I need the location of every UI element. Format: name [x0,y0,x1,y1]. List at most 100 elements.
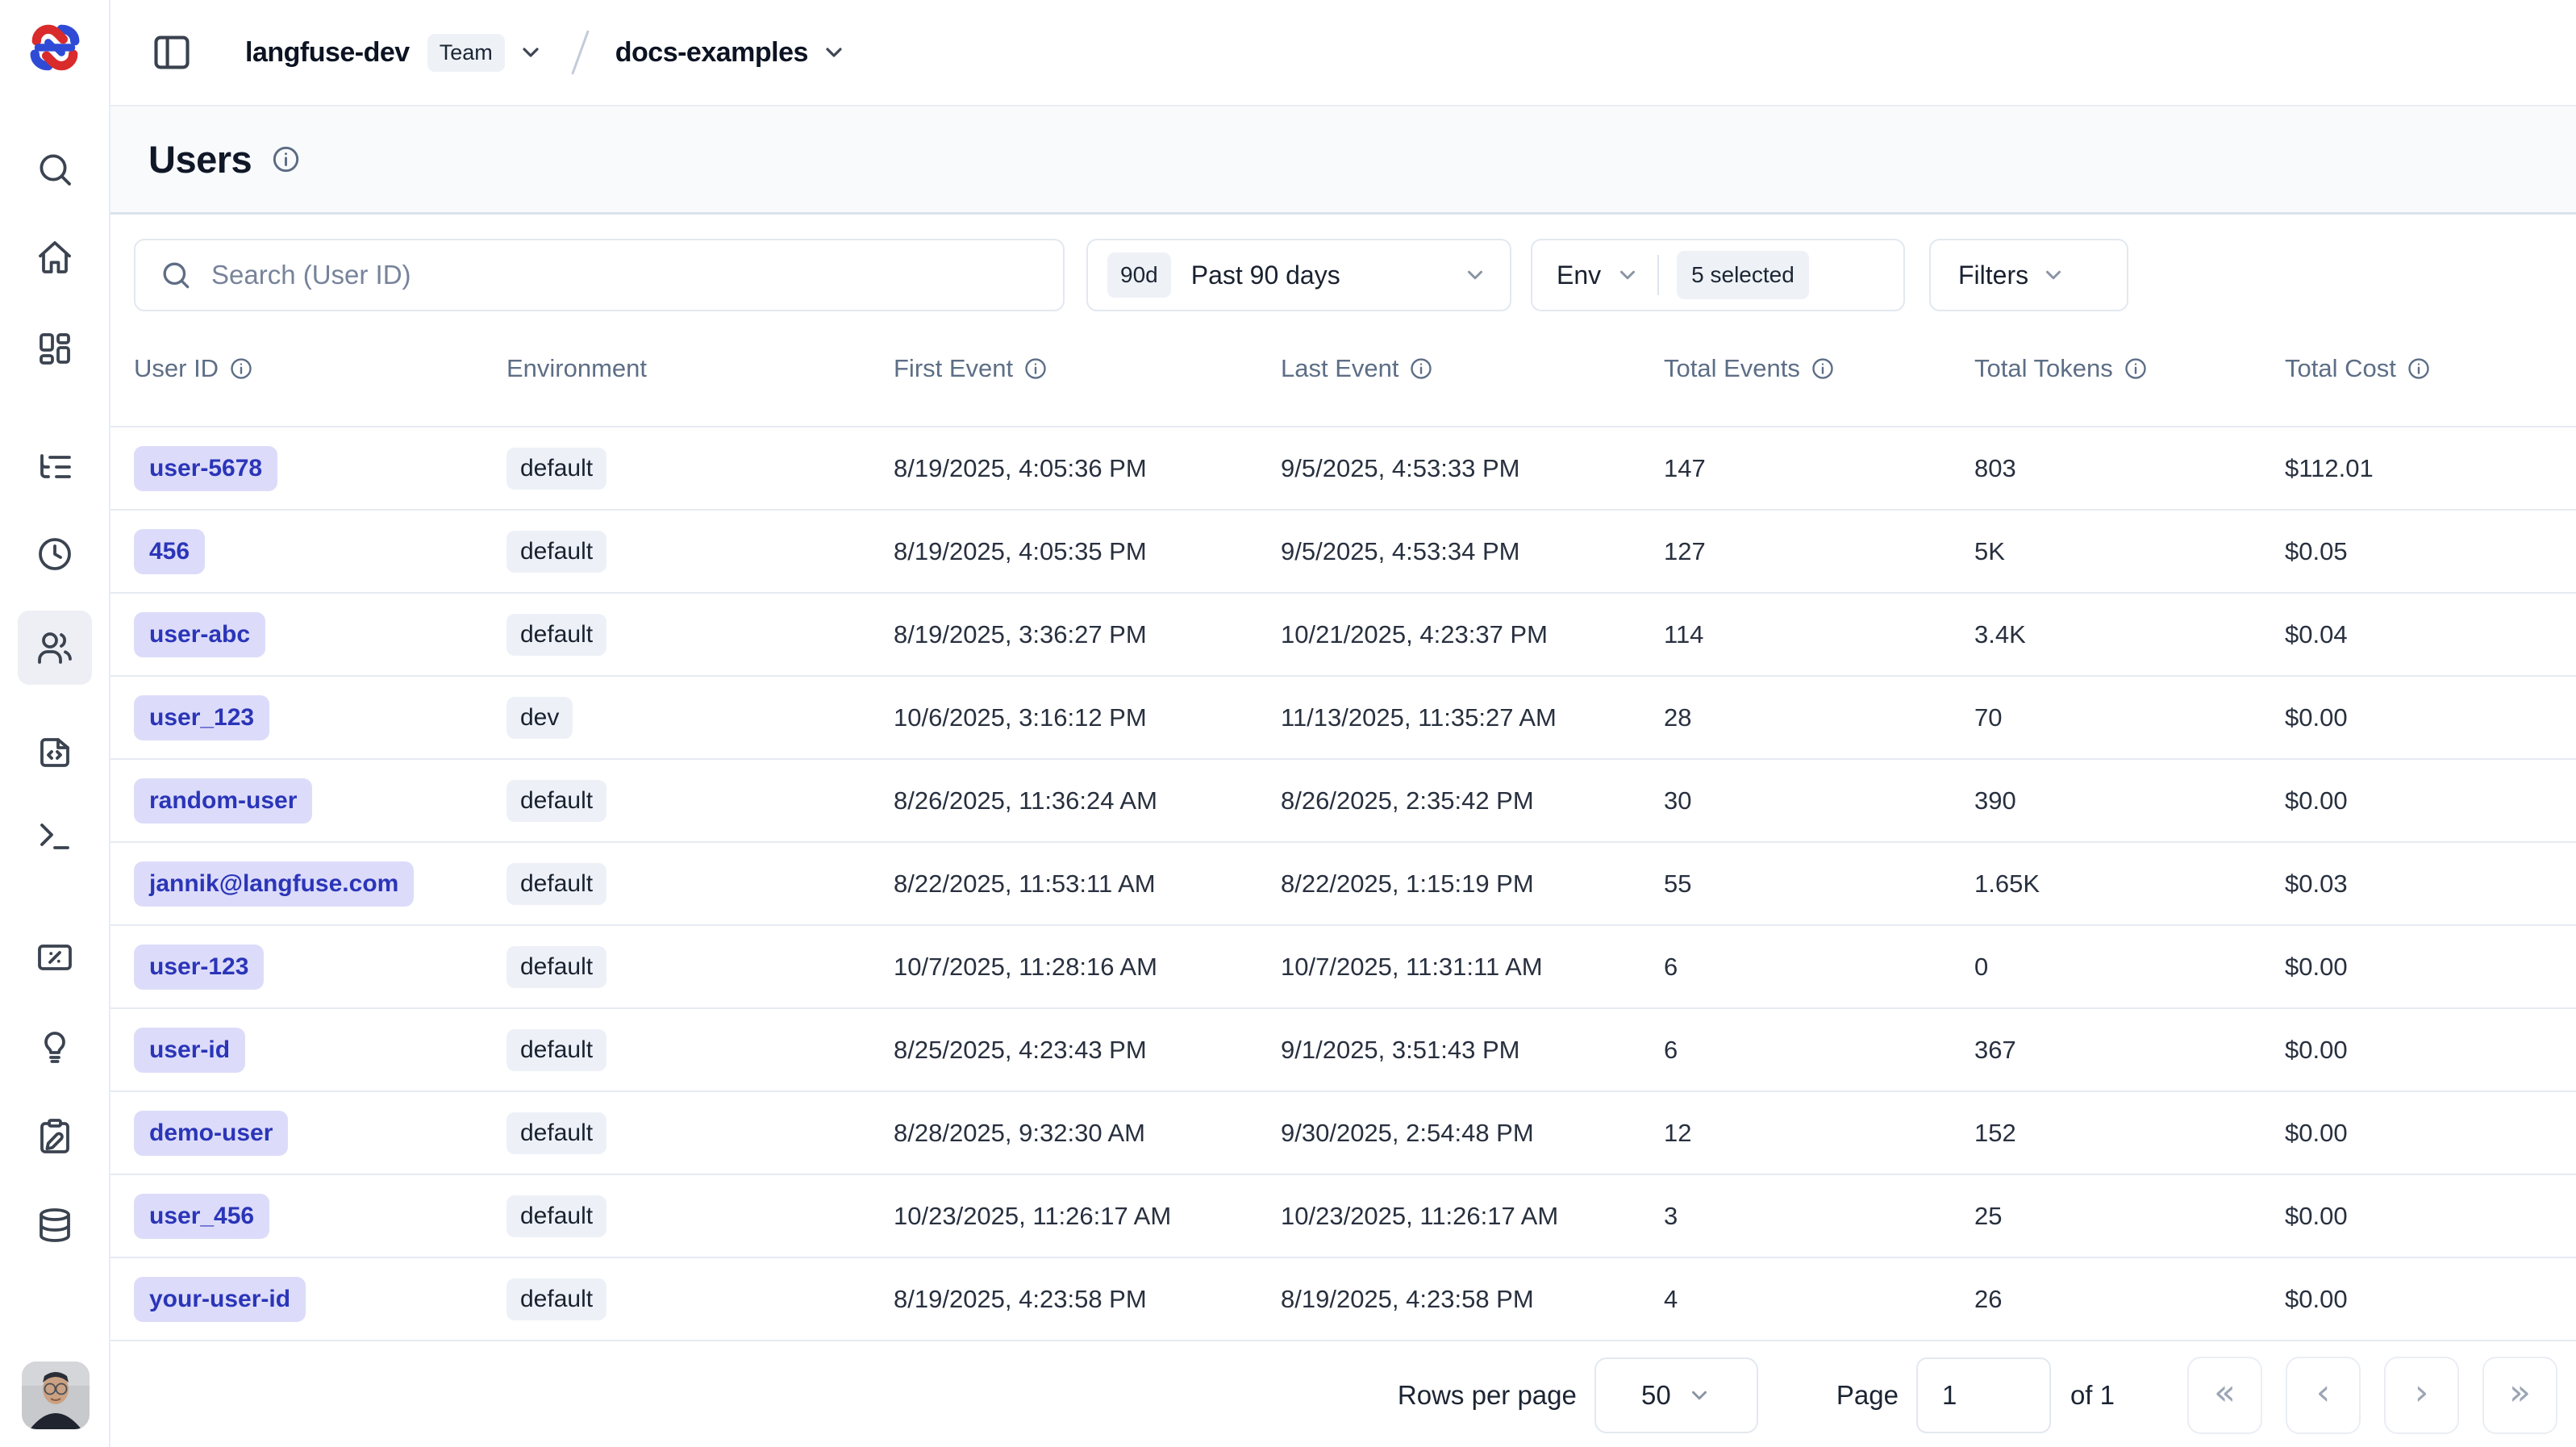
first-event-cell: 10/7/2025, 11:28:16 AM [894,953,1281,982]
environment-badge: default [506,448,606,490]
user-id-badge[interactable]: 456 [134,529,205,574]
sidebar-item-evaluators-lightbulb[interactable] [18,1008,92,1082]
user-id-badge[interactable]: demo-user [134,1111,288,1156]
column-header-first-event[interactable]: First Event [894,354,1281,383]
sidebar-item-datasets-database[interactable] [18,1188,92,1262]
first-event-cell: 8/19/2025, 4:05:36 PM [894,454,1281,483]
total-tokens-cell: 367 [1974,1036,2285,1065]
sidebar-item-sessions-clock[interactable] [18,517,92,591]
org-selector[interactable]: langfuse-dev Team [245,34,544,72]
date-range-label: Past 90 days [1191,261,1340,290]
first-page-button[interactable]: « [2187,1357,2262,1434]
search-input[interactable]: Search (User ID) [134,239,1065,311]
last-event-cell: 11/13/2025, 11:35:27 AM [1281,703,1664,732]
environment-badge: default [506,1195,606,1237]
env-selected-badge: 5 selected [1677,251,1809,299]
last-page-button[interactable]: » [2482,1357,2557,1434]
next-page-button[interactable]: › [2384,1357,2459,1434]
annotation-clipboard-icon [35,1116,74,1155]
info-icon [2407,357,2431,381]
user-id-badge[interactable]: user-id [134,1028,245,1073]
last-event-cell: 8/26/2025, 2:35:42 PM [1281,786,1664,815]
breadcrumb-separator [571,30,590,75]
search-icon [160,259,192,291]
first-event-cell: 8/28/2025, 9:32:30 AM [894,1119,1281,1148]
user-id-badge[interactable]: user-5678 [134,446,277,491]
column-header-user-id[interactable]: User ID [134,354,506,383]
search-icon [35,150,74,189]
user-avatar[interactable] [22,1362,90,1429]
sidebar-item-tracing-tree[interactable] [18,430,92,504]
column-header-environment[interactable]: Environment [506,354,894,383]
column-header-last-event[interactable]: Last Event [1281,354,1664,383]
environment-badge: default [506,863,606,905]
total-events-cell: 30 [1664,786,1974,815]
project-name: docs-examples [615,37,808,69]
rows-per-page-select[interactable]: 50 [1594,1357,1758,1433]
project-selector[interactable]: docs-examples [615,37,847,69]
user-id-badge[interactable]: user-abc [134,612,265,657]
main-content: langfuse-dev Team docs-examples Users Se… [110,0,2576,1447]
column-header-total-events[interactable]: Total Events [1664,354,1974,383]
sidebar-item-prompts-file-code[interactable] [18,714,92,788]
sidebar-item-search[interactable] [18,132,92,206]
table-row[interactable]: user-123 default 10/7/2025, 11:28:16 AM … [110,926,2576,1009]
table-row[interactable]: random-user default 8/26/2025, 11:36:24 … [110,760,2576,843]
date-range-button[interactable]: 90d Past 90 days [1086,239,1511,311]
user-id-badge[interactable]: random-user [134,778,312,824]
info-icon[interactable] [271,144,301,174]
first-event-cell: 8/19/2025, 4:23:58 PM [894,1285,1281,1314]
prompts-file-code-icon [35,732,74,770]
last-event-cell: 8/19/2025, 4:23:58 PM [1281,1285,1664,1314]
sidebar-item-home[interactable] [18,220,92,294]
sidebar-item-scores-percent[interactable] [18,920,92,995]
user-id-badge[interactable]: user-123 [134,945,264,990]
sidebar [0,0,110,1447]
table-row[interactable]: jannik@langfuse.com default 8/22/2025, 1… [110,843,2576,926]
table-row[interactable]: user-id default 8/25/2025, 4:23:43 PM 9/… [110,1009,2576,1092]
last-event-cell: 9/5/2025, 4:53:33 PM [1281,454,1664,483]
user-id-badge[interactable]: your-user-id [134,1277,306,1322]
table-row[interactable]: demo-user default 8/28/2025, 9:32:30 AM … [110,1092,2576,1175]
table-row[interactable]: your-user-id default 8/19/2025, 4:23:58 … [110,1258,2576,1341]
dashboard-icon [35,329,74,368]
filters-button[interactable]: Filters [1929,239,2128,311]
org-type-badge: Team [427,34,505,72]
chevron-down-icon [1687,1383,1711,1407]
total-tokens-cell: 803 [1974,454,2285,483]
total-events-cell: 6 [1664,1036,1974,1065]
sidebar-item-dashboard[interactable] [18,311,92,386]
env-filter-divider [1657,255,1659,295]
user-id-badge[interactable]: user_456 [134,1194,269,1239]
environment-badge: default [506,614,606,656]
date-range-shortcut-badge: 90d [1107,252,1171,298]
previous-page-button[interactable]: ‹ [2286,1357,2361,1434]
user-id-badge[interactable]: jannik@langfuse.com [134,861,414,907]
users-table: User IDEnvironmentFirst EventLast EventT… [110,311,2576,1343]
first-event-cell: 8/19/2025, 3:36:27 PM [894,620,1281,649]
users-icon [35,628,74,667]
sidebar-item-users[interactable] [18,611,92,685]
sidebar-item-annotation-clipboard[interactable] [18,1099,92,1173]
page-number-input[interactable]: 1 [1916,1357,2051,1433]
column-header-total-cost[interactable]: Total Cost [2285,354,2552,383]
sidebar-item-playground-terminal[interactable] [18,799,92,874]
info-icon [2124,357,2148,381]
column-header-total-tokens[interactable]: Total Tokens [1974,354,2285,383]
env-filter-button[interactable]: Env 5 selected [1531,239,1905,311]
total-cost-cell: $0.03 [2285,869,2552,899]
total-events-cell: 55 [1664,869,1974,899]
user-id-badge[interactable]: user_123 [134,695,269,740]
table-row[interactable]: user-5678 default 8/19/2025, 4:05:36 PM … [110,427,2576,511]
total-events-cell: 3 [1664,1202,1974,1231]
table-row[interactable]: user_123 dev 10/6/2025, 3:16:12 PM 11/13… [110,677,2576,760]
info-icon [1023,357,1048,381]
table-row[interactable]: user_456 default 10/23/2025, 11:26:17 AM… [110,1175,2576,1258]
table-row[interactable]: user-abc default 8/19/2025, 3:36:27 PM 1… [110,594,2576,677]
first-event-cell: 8/25/2025, 4:23:43 PM [894,1036,1281,1065]
total-events-cell: 28 [1664,703,1974,732]
sidebar-toggle-button[interactable] [148,29,195,76]
table-row[interactable]: 456 default 8/19/2025, 4:05:35 PM 9/5/20… [110,511,2576,594]
page-count-label: of 1 [2070,1380,2115,1411]
chevron-down-icon [1463,263,1487,287]
